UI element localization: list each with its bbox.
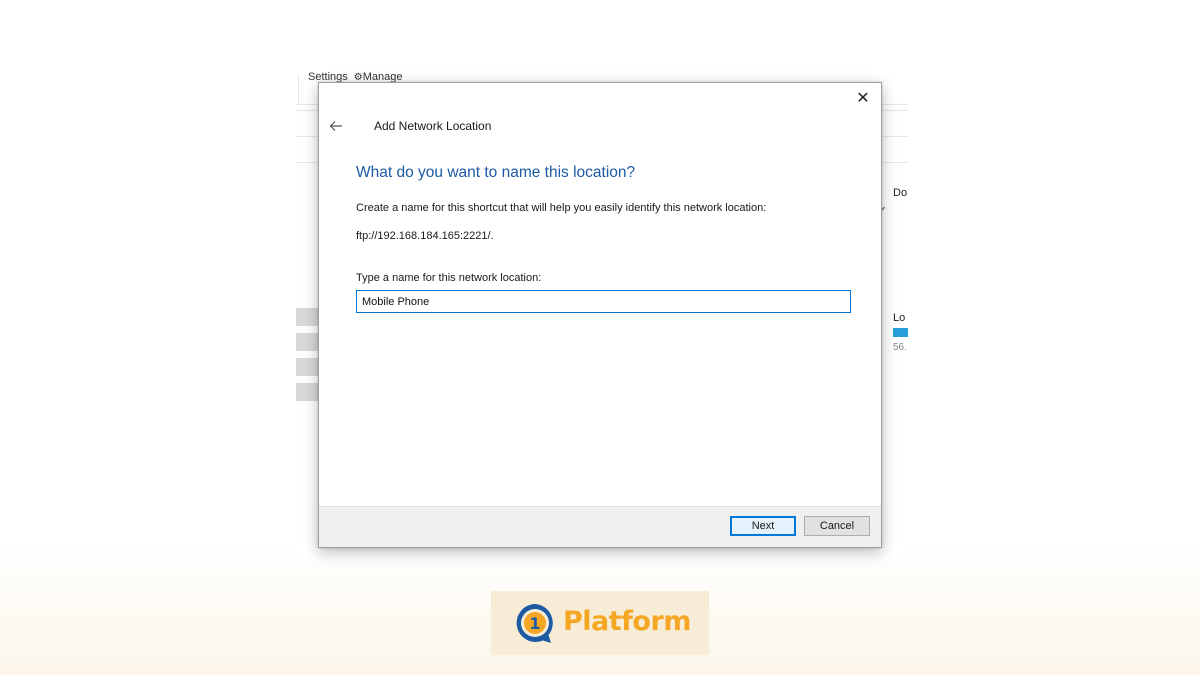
ribbon-edge <box>298 74 299 104</box>
background-row-list <box>296 308 318 408</box>
location-name-input[interactable] <box>356 290 851 313</box>
background-label-bottom: 56. <box>893 342 907 353</box>
brand-logo: 1 Platform <box>491 591 709 655</box>
background-label-top: Do <box>893 187 908 199</box>
back-arrow-icon <box>329 121 342 131</box>
logo-icon: 1 <box>516 604 553 643</box>
logo-text: Platform <box>563 606 691 637</box>
logo-mark-text: 1 <box>529 614 540 633</box>
drive-usage-bar <box>893 328 908 337</box>
dialog-footer: Next Cancel <box>319 506 881 547</box>
cancel-button[interactable]: Cancel <box>804 516 870 536</box>
list-item[interactable] <box>296 333 318 351</box>
next-button[interactable]: Next <box>730 516 796 536</box>
list-item[interactable] <box>296 358 318 376</box>
name-field-label: Type a name for this network location: <box>356 272 542 284</box>
description-text: Create a name for this shortcut that wil… <box>356 202 767 214</box>
dialog-title: Add Network Location <box>374 119 492 133</box>
network-address: ftp://192.168.184.165:2221/. <box>356 230 494 242</box>
list-item[interactable] <box>296 383 318 401</box>
add-network-location-dialog: ✕ Add Network Location What do you want … <box>318 82 882 548</box>
back-button[interactable] <box>325 117 347 135</box>
close-button[interactable]: ✕ <box>851 87 875 109</box>
background-label-mid: Lo <box>893 312 906 324</box>
close-icon: ✕ <box>856 90 870 107</box>
list-item[interactable] <box>296 308 318 326</box>
page-heading: What do you want to name this location? <box>356 164 636 181</box>
